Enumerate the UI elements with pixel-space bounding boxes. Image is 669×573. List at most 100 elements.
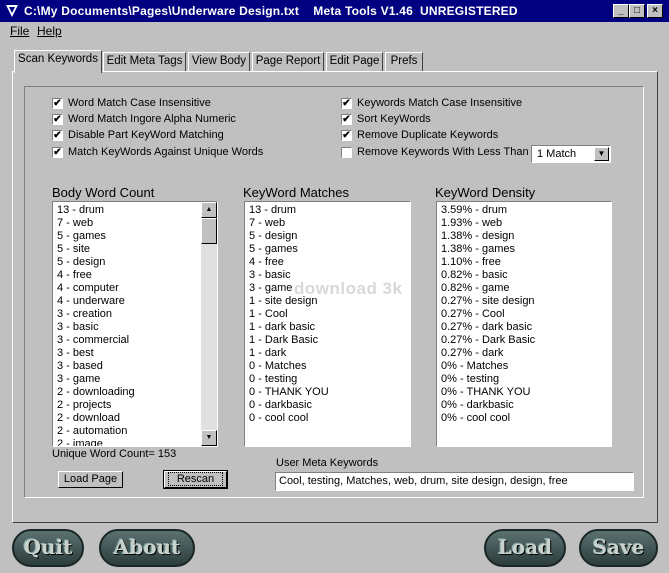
list-item[interactable]: 1 - Cool: [249, 308, 410, 321]
list-item[interactable]: 4 - underware: [57, 295, 217, 308]
list-item[interactable]: 5 - games: [57, 230, 217, 243]
list-item[interactable]: 2 - automation: [57, 425, 217, 438]
scroll-up-icon[interactable]: ▲: [201, 202, 217, 218]
list-item[interactable]: 0.82% - game: [441, 282, 611, 295]
list-item[interactable]: 3 - game: [57, 373, 217, 386]
checkbox[interactable]: ✔: [52, 147, 63, 158]
load-button[interactable]: Load: [484, 529, 566, 567]
checkbox[interactable]: ✔: [341, 114, 352, 125]
keyword-matches-items: 13 - drum 7 - web 5 - design 5 - games 4 - f…: [245, 202, 410, 425]
list-item[interactable]: 0% - Matches: [441, 360, 611, 373]
list-item[interactable]: 5 - design: [249, 230, 410, 243]
list-item[interactable]: 5 - design: [57, 256, 217, 269]
save-button[interactable]: Save: [579, 529, 658, 567]
list-item[interactable]: 1.93% - web: [441, 217, 611, 230]
tab-page-report[interactable]: Page Report: [252, 52, 324, 71]
list-item[interactable]: 4 - free: [249, 256, 410, 269]
quit-button[interactable]: Quit: [12, 529, 84, 567]
keyword-matches-list[interactable]: 13 - drum 7 - web 5 - design 5 - games 4 - f…: [244, 201, 411, 447]
list-item[interactable]: 3.59% - drum: [441, 204, 611, 217]
list-item[interactable]: 3 - commercial: [57, 334, 217, 347]
list-item[interactable]: 3 - best: [57, 347, 217, 360]
menu-file-label: File: [10, 24, 30, 38]
tab-scan-keywords[interactable]: Scan Keywords: [14, 50, 102, 73]
list-item[interactable]: 0 - THANK YOU: [249, 386, 410, 399]
list-item[interactable]: 3 - creation: [57, 308, 217, 321]
keyword-density-heading: KeyWord Density: [435, 185, 536, 200]
tab-edit-page[interactable]: Edit Page: [326, 52, 383, 71]
list-item[interactable]: 0.27% - dark basic: [441, 321, 611, 334]
list-item[interactable]: 2 - projects: [57, 399, 217, 412]
list-item[interactable]: 0% - cool cool: [441, 412, 611, 425]
about-button[interactable]: About: [99, 529, 195, 567]
list-item[interactable]: 7 - web: [57, 217, 217, 230]
list-item[interactable]: 1 - dark: [249, 347, 410, 360]
option-label: Match KeyWords Against Unique Words: [68, 146, 264, 158]
list-item[interactable]: 0% - THANK YOU: [441, 386, 611, 399]
tab-view-body[interactable]: View Body: [188, 52, 250, 71]
unique-word-count: Unique Word Count= 153: [52, 448, 177, 460]
list-item[interactable]: 3 - based: [57, 360, 217, 373]
scroll-thumb[interactable]: [201, 218, 217, 244]
chevron-down-icon[interactable]: ▼: [594, 147, 609, 161]
list-item[interactable]: 0.27% - site design: [441, 295, 611, 308]
list-item[interactable]: 0% - testing: [441, 373, 611, 386]
checkbox[interactable]: ✔: [52, 114, 63, 125]
user-meta-keywords-input[interactable]: Cool, testing, Matches, web, drum, site …: [275, 472, 634, 491]
list-item[interactable]: 3 - basic: [249, 269, 410, 282]
list-item[interactable]: 1 - site design: [249, 295, 410, 308]
list-item[interactable]: 7 - web: [249, 217, 410, 230]
list-item[interactable]: 2 - downloading: [57, 386, 217, 399]
list-item[interactable]: 1.38% - games: [441, 243, 611, 256]
checkbox[interactable]: ✔: [341, 130, 352, 141]
tab-prefs[interactable]: Prefs: [385, 52, 423, 71]
menu-help-label: Help: [37, 24, 62, 38]
list-item[interactable]: 13 - drum: [249, 204, 410, 217]
list-item[interactable]: 1.10% - free: [441, 256, 611, 269]
keyword-density-list[interactable]: 3.59% - drum 1.93% - web 1.38% - design 1.3…: [436, 201, 612, 447]
list-item[interactable]: 0 - cool cool: [249, 412, 410, 425]
list-item[interactable]: 4 - computer: [57, 282, 217, 295]
title-bar: C:\My Documents\Pages\Underware Design.t…: [0, 0, 669, 22]
checkbox[interactable]: ✔: [52, 98, 63, 109]
scroll-down-icon[interactable]: ▼: [201, 430, 217, 446]
menu-help[interactable]: Help: [37, 24, 62, 38]
minimize-button[interactable]: _: [613, 4, 629, 18]
list-item[interactable]: 0.27% - Dark Basic: [441, 334, 611, 347]
body-word-count-items: 13 - drum 7 - web 5 - games 5 - site 5 - des…: [53, 202, 217, 446]
list-item[interactable]: 2 - image: [57, 438, 217, 446]
list-item[interactable]: 0 - darkbasic: [249, 399, 410, 412]
keyword-matches-heading: KeyWord Matches: [243, 185, 349, 200]
load-page-button[interactable]: Load Page: [58, 471, 123, 488]
list-item[interactable]: 2 - download: [57, 412, 217, 425]
list-item[interactable]: 0 - Matches: [249, 360, 410, 373]
list-item[interactable]: 1.38% - design: [441, 230, 611, 243]
list-item[interactable]: 3 - basic: [57, 321, 217, 334]
body-word-count-scrollbar[interactable]: ▲ ▼: [201, 202, 217, 446]
checkbox[interactable]: ✔: [52, 130, 63, 141]
rescan-button[interactable]: Rescan: [163, 470, 228, 489]
close-button[interactable]: ×: [647, 4, 663, 18]
option-label: Remove Keywords With Less Than: [357, 146, 529, 158]
list-item[interactable]: 5 - site: [57, 243, 217, 256]
option-label: Keywords Match Case Insensitive: [357, 97, 523, 109]
list-item[interactable]: 13 - drum: [57, 204, 217, 217]
tab-edit-meta-tags[interactable]: Edit Meta Tags: [103, 52, 186, 71]
checkbox[interactable]: ✔: [341, 98, 352, 109]
list-item[interactable]: 1 - Dark Basic: [249, 334, 410, 347]
list-item[interactable]: 0% - darkbasic: [441, 399, 611, 412]
min-match-select[interactable]: 1 Match ▼: [531, 145, 611, 163]
body-word-count-list[interactable]: 13 - drum 7 - web 5 - games 5 - site 5 - des…: [52, 201, 218, 447]
list-item[interactable]: 4 - free: [57, 269, 217, 282]
list-item[interactable]: 0 - testing: [249, 373, 410, 386]
list-item[interactable]: 3 - game: [249, 282, 410, 295]
maximize-button[interactable]: □: [629, 4, 645, 18]
list-item[interactable]: 0.82% - basic: [441, 269, 611, 282]
list-item[interactable]: 1 - dark basic: [249, 321, 410, 334]
option-label: Word Match Ingore Alpha Numeric: [68, 113, 236, 125]
menu-file[interactable]: File: [10, 24, 29, 38]
list-item[interactable]: 0.27% - Cool: [441, 308, 611, 321]
checkbox[interactable]: [341, 147, 352, 158]
list-item[interactable]: 5 - games: [249, 243, 410, 256]
list-item[interactable]: 0.27% - dark: [441, 347, 611, 360]
